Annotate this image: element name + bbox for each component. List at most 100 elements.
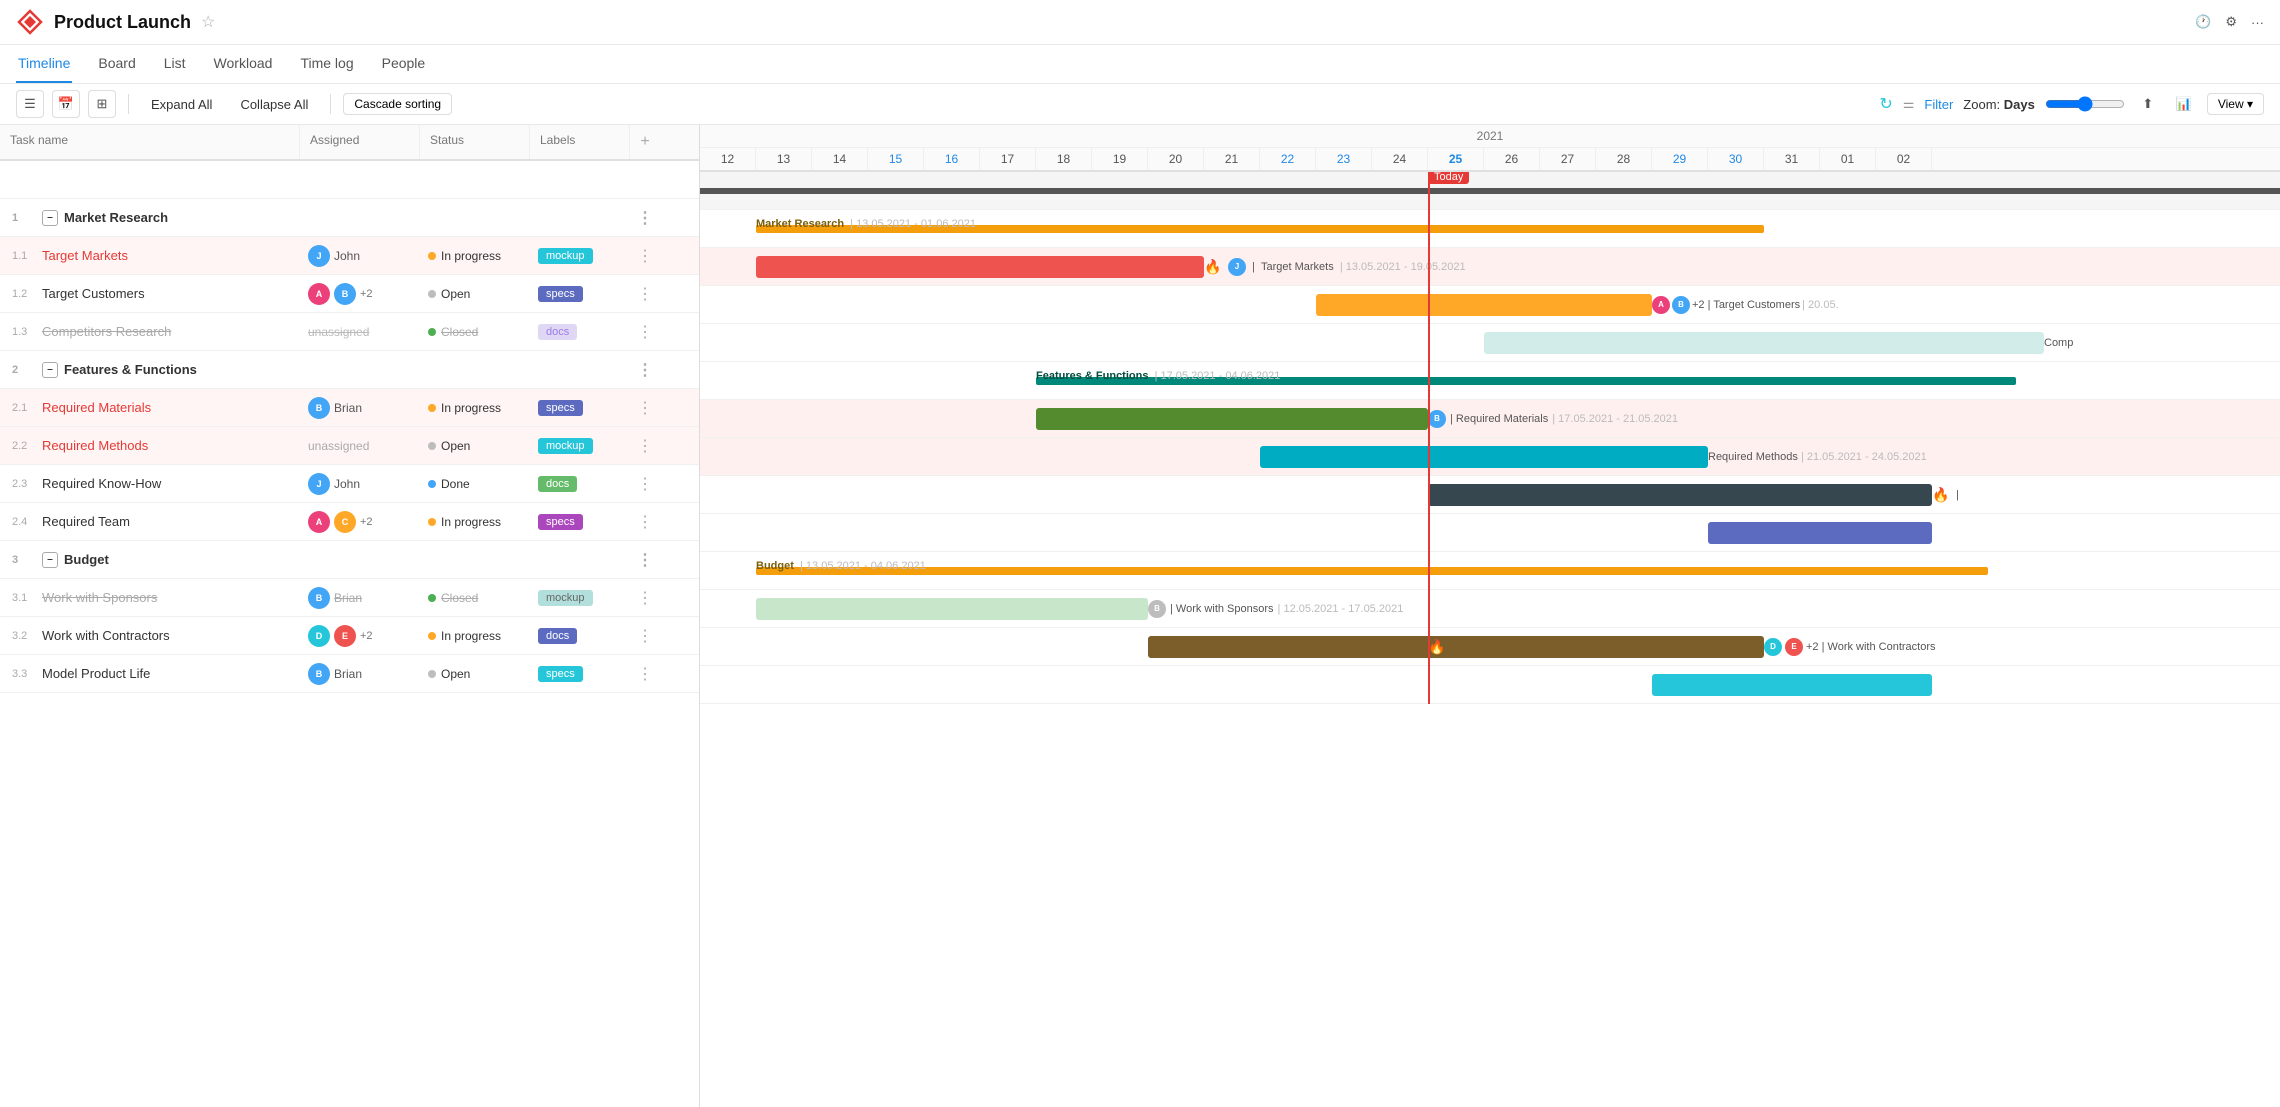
gantt-bar bbox=[756, 598, 1148, 620]
gantt-row: Budget | 13.05.2021 - 04.06.2021 bbox=[700, 552, 2280, 590]
chart-icon[interactable]: 📊 bbox=[2171, 91, 2197, 117]
gantt-day: 01 bbox=[1820, 148, 1876, 170]
label-cell: mockup bbox=[530, 243, 630, 268]
tab-timeline[interactable]: Timeline bbox=[16, 45, 72, 83]
menu-cell[interactable]: ⋮ bbox=[630, 626, 660, 646]
gantt-bar bbox=[1484, 332, 2044, 354]
star-icon[interactable]: ☆ bbox=[201, 12, 215, 32]
table-row: 1.3 Competitors Research unassigned Clos… bbox=[0, 313, 699, 351]
menu-cell[interactable]: ⋮ bbox=[630, 208, 660, 228]
toolbar-icon-gantt[interactable]: 📅 bbox=[52, 90, 80, 118]
gantt-body: Today Market Research | 13.05.2021 - 01.… bbox=[700, 172, 2280, 704]
settings-icon[interactable]: ⚙ bbox=[2225, 14, 2237, 30]
menu-cell[interactable]: ⋮ bbox=[630, 550, 660, 570]
zoom-slider[interactable] bbox=[2045, 96, 2125, 112]
task-name-cell: 2.4 Required Team bbox=[0, 508, 300, 535]
menu-cell[interactable]: ⋮ bbox=[630, 664, 660, 684]
gantt-bar-label: Market Research | 13.05.2021 - 01.06.202… bbox=[756, 218, 976, 230]
status-dot bbox=[428, 632, 436, 640]
group-collapse-icon[interactable]: – bbox=[42, 210, 58, 226]
expand-all-button[interactable]: Expand All bbox=[141, 93, 222, 116]
task-name-cell: 3.1 Work with Sponsors bbox=[0, 584, 300, 611]
gantt-row bbox=[700, 172, 2280, 210]
gantt-day: 17 bbox=[980, 148, 1036, 170]
menu-cell[interactable]: ⋮ bbox=[630, 284, 660, 304]
gantt-day: 14 bbox=[812, 148, 868, 170]
group-collapse-icon[interactable]: – bbox=[42, 362, 58, 378]
task-name: Budget bbox=[64, 552, 109, 567]
label-cell: specs bbox=[530, 509, 630, 534]
cascade-sorting-button[interactable]: Cascade sorting bbox=[343, 93, 452, 115]
toolbar-icon-list[interactable]: ☰ bbox=[16, 90, 44, 118]
status-cell: In progress bbox=[420, 625, 530, 647]
refresh-icon[interactable]: ↻ bbox=[1879, 94, 1892, 114]
label-cell: docs bbox=[530, 623, 630, 648]
assigned-cell: unassigned bbox=[300, 321, 420, 343]
menu-cell[interactable]: ⋮ bbox=[630, 474, 660, 494]
status-dot bbox=[428, 404, 436, 412]
assigned-cell bbox=[300, 366, 420, 374]
filter-button[interactable]: Filter bbox=[1924, 97, 1953, 112]
gantt-panel[interactable]: 2021 12 13 14 15 16 17 18 19 20 21 22 23… bbox=[700, 125, 2280, 1107]
row-num: 3 bbox=[12, 554, 36, 566]
task-name: Target Markets bbox=[42, 248, 128, 263]
menu-cell[interactable]: ⋮ bbox=[630, 322, 660, 342]
gantt-row: 🔥 D E +2 | Work with Contractors bbox=[700, 628, 2280, 666]
toolbar-icon-grid[interactable]: ⊞ bbox=[88, 90, 116, 118]
gantt-row: Features & Functions | 17.05.2021 - 04.0… bbox=[700, 362, 2280, 400]
menu-cell[interactable]: ⋮ bbox=[630, 436, 660, 456]
status-label: In progress bbox=[441, 629, 501, 643]
avatar: J bbox=[308, 245, 330, 267]
avatar: B bbox=[308, 587, 330, 609]
assigned-cell: unassigned bbox=[300, 435, 420, 457]
more-icon[interactable]: ··· bbox=[2251, 15, 2264, 30]
task-name: Target Customers bbox=[42, 286, 145, 301]
assigned-name: John bbox=[334, 477, 360, 491]
assigned-cell: B Brian bbox=[300, 393, 420, 423]
fire-icon: 🔥 bbox=[1932, 486, 1949, 503]
tab-board[interactable]: Board bbox=[96, 45, 137, 83]
app-header: Product Launch ☆ 🕐 ⚙ ··· bbox=[0, 0, 2280, 45]
history-icon[interactable]: 🕐 bbox=[2195, 14, 2211, 30]
task-name: Work with Sponsors bbox=[42, 590, 157, 605]
tab-workload[interactable]: Workload bbox=[212, 45, 275, 83]
tab-list[interactable]: List bbox=[162, 45, 188, 83]
menu-cell[interactable]: ⋮ bbox=[630, 246, 660, 266]
avatar: B bbox=[334, 283, 356, 305]
menu-cell[interactable]: ⋮ bbox=[630, 588, 660, 608]
table-row: 3.3 Model Product Life B Brian Open spec… bbox=[0, 655, 699, 693]
tab-timelog[interactable]: Time log bbox=[298, 45, 355, 83]
menu-cell[interactable]: ⋮ bbox=[630, 512, 660, 532]
add-column-button[interactable]: + bbox=[630, 125, 660, 159]
menu-cell[interactable]: ⋮ bbox=[630, 398, 660, 418]
gantt-bar-label: B | Work with Sponsors | 12.05.2021 - 17… bbox=[1148, 600, 1403, 618]
nav-tabs: Timeline Board List Workload Time log Pe… bbox=[0, 45, 2280, 84]
unassigned-label: unassigned bbox=[308, 325, 369, 339]
gantt-day: 27 bbox=[1540, 148, 1596, 170]
group-collapse-icon[interactable]: – bbox=[42, 552, 58, 568]
row-num: 1 bbox=[12, 212, 36, 224]
avatar: D bbox=[1764, 638, 1782, 656]
row-num: 2.2 bbox=[12, 440, 36, 452]
assigned-name: John bbox=[334, 249, 360, 263]
task-name-cell: 1.1 Target Markets bbox=[0, 242, 300, 269]
plus-badge: +2 bbox=[360, 630, 373, 642]
table-row: 3.1 Work with Sponsors B Brian Closed mo… bbox=[0, 579, 699, 617]
toolbar-divider-1 bbox=[128, 94, 129, 114]
label-cell: mockup bbox=[530, 433, 630, 458]
status-cell bbox=[420, 214, 530, 222]
view-button[interactable]: View ▾ bbox=[2207, 93, 2264, 115]
gantt-day: 18 bbox=[1036, 148, 1092, 170]
gantt-day: 29 bbox=[1652, 148, 1708, 170]
table-row: 2.3 Required Know-How J John Done docs ⋮ bbox=[0, 465, 699, 503]
tab-people[interactable]: People bbox=[380, 45, 428, 83]
menu-cell[interactable]: ⋮ bbox=[630, 360, 660, 380]
table-row: 3 – Budget ⋮ bbox=[0, 541, 699, 579]
gantt-bar-label: Features & Functions | 17.05.2021 - 04.0… bbox=[1036, 370, 1280, 382]
collapse-all-button[interactable]: Collapse All bbox=[230, 93, 318, 116]
status-cell: Closed bbox=[420, 321, 530, 343]
export-icon[interactable]: ⬆ bbox=[2135, 91, 2161, 117]
task-name: Market Research bbox=[64, 210, 168, 225]
gantt-day: 13 bbox=[756, 148, 812, 170]
label-badge: specs bbox=[538, 666, 583, 682]
